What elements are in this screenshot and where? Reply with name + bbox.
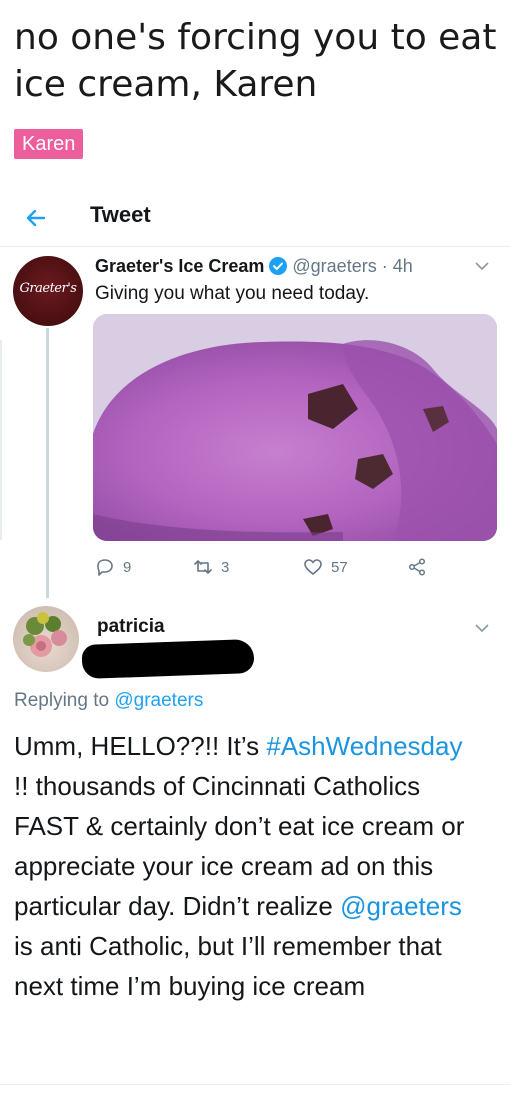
tweet-header: Tweet (0, 190, 510, 247)
author-name[interactable]: Graeter's Ice Cream (95, 256, 264, 276)
chevron-down-icon[interactable] (472, 256, 492, 276)
avatar-logo-text: Graeter's (19, 281, 77, 296)
tweet-actions: 9 3 57 (95, 554, 495, 580)
tweet-text: Giving you what you need today. (95, 283, 370, 304)
replying-handle-link[interactable]: @graeters (114, 690, 203, 711)
reply-icon (97, 559, 113, 576)
flair-badge[interactable]: Karen (14, 129, 84, 159)
heart-icon (304, 559, 322, 575)
chevron-down-icon[interactable] (472, 618, 492, 638)
flowers-image (23, 612, 67, 657)
verified-icon (269, 257, 288, 275)
post-title: no one's forcing you to eat ice cream, K… (14, 17, 497, 105)
author-handle[interactable]: @graeters (292, 256, 376, 276)
reply-action[interactable]: 9 (95, 554, 131, 580)
reply-author-name[interactable]: patricia (97, 616, 165, 638)
ice-cream-illustration (93, 314, 497, 541)
reply-text-part: Umm, HELLO??!! It’s (14, 731, 267, 761)
tweet-author[interactable]: Graeter's Ice Cream @graeters · 4h (95, 254, 413, 278)
tweet-time: · 4h (381, 256, 413, 276)
retweet-count: 3 (221, 558, 230, 576)
mention-link[interactable]: @graeters (340, 891, 462, 921)
like-count: 57 (331, 558, 348, 576)
retweet-icon (194, 560, 212, 574)
divider (0, 1084, 510, 1085)
redacted-handle (81, 639, 255, 679)
reply-text-part: is anti Catholic, but I’ll remember that… (14, 931, 442, 1001)
share-icon (408, 558, 426, 576)
hashtag-link[interactable]: #AshWednesday (266, 731, 462, 761)
retweet-action[interactable]: 3 (193, 554, 229, 580)
header-title: Tweet (90, 202, 151, 227)
replying-label: Replying to (14, 690, 115, 711)
replying-to: Replying to @graeters (14, 690, 203, 712)
reply-tweet: patricia Replying to @graeters Umm, HELL… (0, 598, 510, 1088)
thread-line (46, 328, 49, 598)
avatar[interactable] (13, 606, 79, 672)
ice-cream-photo[interactable] (93, 314, 497, 541)
like-action[interactable]: 57 (303, 554, 348, 580)
back-arrow-icon[interactable] (18, 200, 54, 236)
avatar[interactable]: Graeter's (13, 256, 83, 326)
tweet: Graeter's Graeter's Ice Cream @graeters … (0, 248, 510, 598)
share-action[interactable] (407, 554, 427, 580)
reply-count: 9 (123, 558, 132, 576)
reply-text: Umm, HELLO??!! It’s #AshWednesday !! tho… (14, 726, 484, 1006)
